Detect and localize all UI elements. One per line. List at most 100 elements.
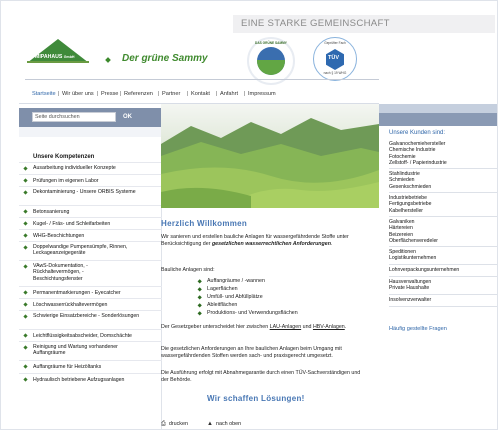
customers-heading: Unsere Kunden sind: [389, 130, 446, 136]
diamond-icon [23, 377, 28, 382]
diamond-icon [23, 264, 28, 269]
diamond-icon [23, 209, 28, 214]
customer-group-lohnverpackung[interactable]: Lohnverpackungsunternehmen [389, 267, 497, 277]
diamond-icon [197, 294, 203, 300]
bullet-produktionsflaechen: Produktions- und Verwendungsflächen [197, 310, 298, 316]
header: EINE STARKE GEMEINSCHAFT MIPAHAUS GmbH D… [1, 1, 497, 85]
sidebar-item-loeschwasser[interactable]: Löschwasserrückhaltevermögen [19, 298, 162, 310]
sidebar-item-pumpensuempfe[interactable]: Doppelwandige Pumpensümpfe, Rinnen, Leck… [19, 241, 162, 260]
sidebar-item-aufzugsanlagen[interactable]: Hydraulisch betriebene Aufzugsanlagen [19, 373, 162, 386]
search-ok-button[interactable]: OK [123, 112, 141, 122]
logo-base-line [27, 61, 89, 63]
hero-landscape-image [161, 104, 379, 208]
bullet-auffangraeume: Auffangräume / -wannen [197, 278, 265, 284]
diamond-icon [23, 245, 28, 250]
nav-anfahrt[interactable]: Anfahrt [220, 91, 238, 97]
back-to-top-link[interactable]: ▲ nach oben [207, 421, 241, 427]
diamond-icon [197, 278, 203, 284]
sidebar-item-kugel-fraes[interactable]: Kugel- / Fräs- und Schleifarbeiten [19, 217, 162, 229]
header-divider [25, 79, 379, 80]
tuev-seal-bottom-text: nach § 19 WHG [323, 71, 347, 75]
diamond-icon [105, 57, 111, 63]
customer-group-logistik[interactable]: Speditionen Logistikunternehmen [389, 249, 497, 265]
sidebar-item-permanentmarkierungen[interactable]: Permanentmarkierungen - Eyecatcher [19, 286, 162, 298]
customer-group-chemie[interactable]: Galvanochemiehersteller Chemische Indust… [389, 141, 497, 169]
company-logo[interactable]: MIPAHAUS GmbH [27, 39, 89, 79]
print-link[interactable]: ⎙ drucken [161, 421, 188, 428]
diamond-icon [197, 310, 203, 316]
hbv-anlagen-link[interactable]: HBV-Anlagen [313, 324, 345, 330]
law-paragraph: Der Gesetzgeber unterscheidet hier zwisc… [161, 324, 347, 330]
sidebar-item-reinigung[interactable]: Reinigung und Wartung vorhandener Auffan… [19, 341, 162, 360]
main-content: Herzlich Willkommen Wir sanieren und ers… [161, 208, 379, 429]
slogan-text: EINE STARKE GEMEINSCHAFT [241, 18, 390, 29]
sidebar-item-heizoeltanks[interactable]: Auffangräume für Heizöltanks [19, 360, 162, 373]
nav-kontakt[interactable]: Kontakt [191, 91, 210, 97]
arrow-up-icon: ▲ [207, 421, 213, 427]
competence-sidebar: Unsere Kompetenzen Ausarbeitung individu… [19, 137, 162, 429]
nav-separator: | [58, 91, 60, 97]
customers-sidebar: Unsere Kunden sind: Galvanochemieherstel… [379, 126, 497, 429]
sidebar-item-konzepte[interactable]: Ausarbeitung individueller Konzepte [19, 162, 162, 174]
bauliche-anlagen-heading: Bauliche Anlagen sind: [161, 267, 215, 273]
sidebar-item-sonderloesungen[interactable]: Schwierige Einsatzbereiche - Sonderlösun… [19, 310, 162, 329]
nav-separator: | [244, 91, 246, 97]
nav-separator: | [187, 91, 189, 97]
sidebar-item-abscheider[interactable]: Leichtflüssigkeitsabscheider, Domschächt… [19, 329, 162, 341]
faq-link[interactable]: Häufig gestellte Fragen [389, 326, 447, 332]
nav-separator: | [120, 91, 122, 97]
customer-group-industrie[interactable]: Industriebetriebe Fertigungsbetriebe Kab… [389, 195, 497, 217]
tuev-hexagon-icon: TÜV [326, 49, 344, 70]
page: EINE STARKE GEMEINSCHAFT MIPAHAUS GmbH D… [0, 0, 498, 430]
diamond-icon [23, 166, 28, 171]
diamond-icon [23, 233, 28, 238]
nav-separator: | [97, 91, 99, 97]
customer-group-hausverwaltung[interactable]: Hausverwaltungen Private Haushalte [389, 279, 497, 295]
nav-separator: | [216, 91, 218, 97]
diamond-icon [23, 178, 28, 183]
customer-group-galvanik[interactable]: Galvaniken Härtereien Beizereien Oberflä… [389, 219, 497, 247]
nav-referenzen[interactable]: Referenzen [124, 91, 153, 97]
tuev-seal: Geprüfter Fach TÜV nach § 19 WHG [313, 37, 357, 81]
nav-wir-ueber-uns[interactable]: Wir über uns [62, 91, 94, 97]
search-input[interactable] [32, 112, 116, 122]
sidebar-item-labor[interactable]: Prüfungen im eigenen Labor [19, 174, 162, 186]
logo-text: MIPAHAUS GmbH [35, 54, 75, 60]
nav-partner[interactable]: Partner [162, 91, 180, 97]
diamond-icon [23, 221, 28, 226]
header-decoration-right [379, 104, 497, 126]
diamond-icon [23, 190, 28, 195]
diamond-icon [23, 290, 28, 295]
search-bar: OK [19, 108, 162, 127]
welcome-heading: Herzlich Willkommen [161, 219, 248, 228]
landscape-icon [257, 47, 285, 75]
solutions-heading: Wir schaffen Lösungen! [207, 394, 305, 403]
requirements-paragraph: Die gesetzlichen Anforderungen an Ihre b… [161, 346, 342, 359]
top-navigation: Startseite | Wir über uns | Presse | Ref… [27, 89, 380, 103]
tuev-paragraph: Die Ausführung erfolgt mit Abnahmegarant… [161, 370, 361, 383]
nav-startseite[interactable]: Startseite [32, 91, 56, 97]
intro-paragraph: Wir sanieren und erstellen bauliche Anla… [161, 234, 349, 247]
printer-icon: ⎙ [161, 421, 166, 427]
customer-group-stahl[interactable]: Stahlindustrie Schmieden Gesenkschmieden [389, 171, 497, 193]
diamond-icon [197, 286, 203, 292]
customer-group-insolvenz[interactable]: Insolvenzverwalter [389, 297, 497, 307]
intro-emphasis: gesetzlichen wasserrechtlichen Anforderu… [211, 240, 331, 247]
decoration-light-strip [379, 104, 497, 113]
left-strip [19, 127, 162, 137]
sidebar-item-betonsanierung[interactable]: Betonsanierung [19, 205, 162, 217]
nav-separator: | [158, 91, 160, 97]
bullet-lagerflaechen: Lagerflächen [197, 286, 238, 292]
nav-impressum[interactable]: Impressum [248, 91, 276, 97]
gruene-sammy-seal: DAS GRÜNE SAMMY [247, 37, 295, 85]
tagline: Der grüne Sammy [122, 53, 208, 64]
diamond-icon [23, 364, 28, 369]
diamond-icon [23, 333, 28, 338]
sidebar-item-dekontaminierung[interactable]: Dekontaminierung - Unsere ORBIS Systeme [19, 186, 162, 205]
lau-anlagen-link[interactable]: LAU-Anlagen [270, 324, 302, 330]
nav-presse[interactable]: Presse [101, 91, 118, 97]
sidebar-item-whg[interactable]: WHG-Beschichtungen [19, 229, 162, 241]
sidebar-item-vaws[interactable]: VAwS-Dokumentation, -Rückhaltevermögen, … [19, 260, 162, 286]
tuev-seal-top-text: Geprüfter Fach [324, 41, 346, 45]
bullet-ableitflaechen: Ableitflächen [197, 302, 237, 308]
